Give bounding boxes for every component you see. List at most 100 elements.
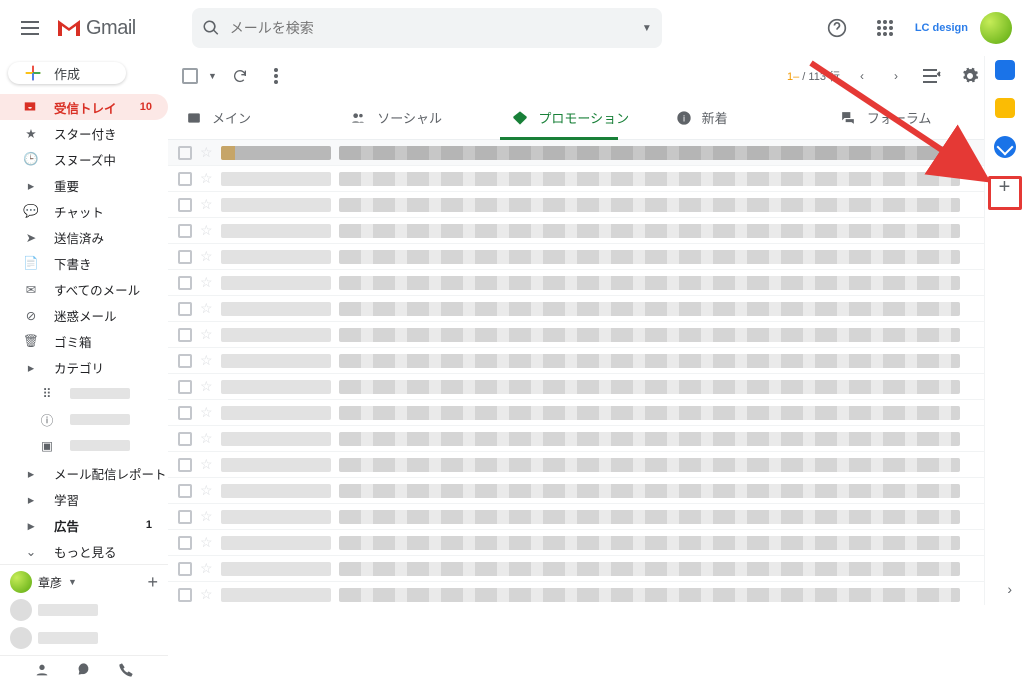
star-icon[interactable]: ☆ [200,456,213,473]
row-checkbox[interactable] [178,224,192,238]
hangouts-chat-icon[interactable] [76,662,92,678]
row-checkbox[interactable] [178,146,192,160]
more-icon[interactable] [263,58,289,94]
message-row[interactable]: ☆ [168,426,984,452]
sidebar-item-send[interactable]: ➤送信済み [0,224,168,250]
row-checkbox[interactable] [178,354,192,368]
star-icon[interactable]: ☆ [200,352,213,369]
message-row[interactable]: ☆ [168,452,984,478]
tab-primary[interactable]: メイン [168,96,331,139]
sidebar-label-item[interactable]: ▸メール配信レポート [0,460,168,486]
hangouts-contact[interactable] [10,599,158,621]
star-icon[interactable]: ☆ [200,144,213,161]
star-icon[interactable]: ☆ [200,378,213,395]
message-row[interactable]: ☆ [168,296,984,322]
message-row[interactable]: ☆ [168,192,984,218]
sidebar-item-mail[interactable]: ✉すべてのメール [0,276,168,302]
star-icon[interactable]: ☆ [200,248,213,265]
row-checkbox[interactable] [178,536,192,550]
tasks-addon-icon[interactable] [994,136,1016,158]
row-checkbox[interactable] [178,432,192,446]
search-input[interactable] [230,20,642,36]
search-options-icon[interactable]: ▼ [642,23,652,34]
sidebar-item-caret[interactable]: ▸カテゴリ [0,354,168,380]
keep-addon-icon[interactable] [995,98,1015,118]
hangouts-contacts-icon[interactable] [34,662,50,678]
star-icon[interactable]: ☆ [200,326,213,343]
sidebar-item-clock[interactable]: 🕒スヌーズ中 [0,146,168,172]
sidebar-category-item[interactable]: ▣ [0,432,168,458]
star-icon[interactable]: ☆ [200,508,213,525]
message-row[interactable]: ☆ [168,374,984,400]
search-bar[interactable]: ▼ [192,8,662,48]
sidebar-label-item[interactable]: ▸学習 [0,486,168,512]
star-icon[interactable]: ☆ [200,300,213,317]
message-row[interactable]: ☆ [168,556,984,582]
row-checkbox[interactable] [178,328,192,342]
tab-forums[interactable]: フォーラム [821,96,984,139]
hangouts-contact[interactable] [10,627,158,649]
sidebar-item-chat[interactable]: 💬チャット [0,198,168,224]
sidebar-category-item[interactable]: ⓘ [0,406,168,432]
sidebar-category-item[interactable]: ⠿ [0,380,168,406]
row-checkbox[interactable] [178,510,192,524]
message-row[interactable]: ☆ [168,218,984,244]
row-checkbox[interactable] [178,276,192,290]
star-icon[interactable]: ☆ [200,482,213,499]
tab-social[interactable]: ソーシャル [331,96,494,139]
hangouts-new-icon[interactable]: + [147,572,158,593]
help-icon[interactable] [819,10,855,46]
sidebar-item-flag[interactable]: ▸重要 [0,172,168,198]
calendar-addon-icon[interactable] [995,60,1015,80]
row-checkbox[interactable] [178,458,192,472]
sidebar-item-file[interactable]: 📄下書き [0,250,168,276]
sidebar-item-spam[interactable]: ⊘迷惑メール [0,302,168,328]
message-row[interactable]: ☆ [168,478,984,504]
row-checkbox[interactable] [178,406,192,420]
menu-icon[interactable] [12,10,48,46]
sidebar-item-inbox[interactable]: 受信トレイ10 [0,94,168,120]
sidebar-item-trash[interactable]: 🗑ゴミ箱 [0,328,168,354]
density-icon[interactable] [918,58,946,94]
gmail-logo[interactable]: Gmail [56,17,136,40]
message-row[interactable]: ☆ [168,140,984,166]
select-all-checkbox[interactable] [182,68,198,84]
next-page-icon[interactable]: › [884,58,908,94]
star-icon[interactable]: ☆ [200,222,213,239]
collapse-panel-icon[interactable]: › [1007,581,1012,597]
star-icon[interactable]: ☆ [200,560,213,577]
hangouts-phone-icon[interactable] [118,662,134,678]
message-row[interactable]: ☆ [168,348,984,374]
select-menu-icon[interactable]: ▼ [208,71,217,81]
sidebar-label-item[interactable]: ▸広告1 [0,512,168,538]
star-icon[interactable]: ☆ [200,586,213,603]
star-icon[interactable]: ☆ [200,534,213,551]
row-checkbox[interactable] [178,588,192,602]
star-icon[interactable]: ☆ [200,430,213,447]
row-checkbox[interactable] [178,198,192,212]
row-checkbox[interactable] [178,302,192,316]
hangouts-me[interactable]: 章彦 ▼ + [10,571,158,593]
row-checkbox[interactable] [178,380,192,394]
star-icon[interactable]: ☆ [200,274,213,291]
account-avatar[interactable] [980,12,1012,44]
apps-icon[interactable] [867,10,903,46]
star-icon[interactable]: ☆ [200,404,213,421]
row-checkbox[interactable] [178,484,192,498]
compose-button[interactable]: 作成 [8,62,126,84]
message-row[interactable]: ☆ [168,504,984,530]
sidebar-item-star[interactable]: ★スター付き [0,120,168,146]
tab-updates[interactable]: i新着 [658,96,821,139]
refresh-icon[interactable] [227,58,253,94]
tab-promo[interactable]: プロモーション [494,96,657,139]
row-checkbox[interactable] [178,172,192,186]
message-row[interactable]: ☆ [168,530,984,556]
message-row[interactable]: ☆ [168,582,984,605]
row-checkbox[interactable] [178,250,192,264]
message-row[interactable]: ☆ [168,270,984,296]
settings-icon[interactable] [956,58,984,94]
star-icon[interactable]: ☆ [200,170,213,187]
row-checkbox[interactable] [178,562,192,576]
prev-page-icon[interactable]: ‹ [850,58,874,94]
message-row[interactable]: ☆ [168,400,984,426]
